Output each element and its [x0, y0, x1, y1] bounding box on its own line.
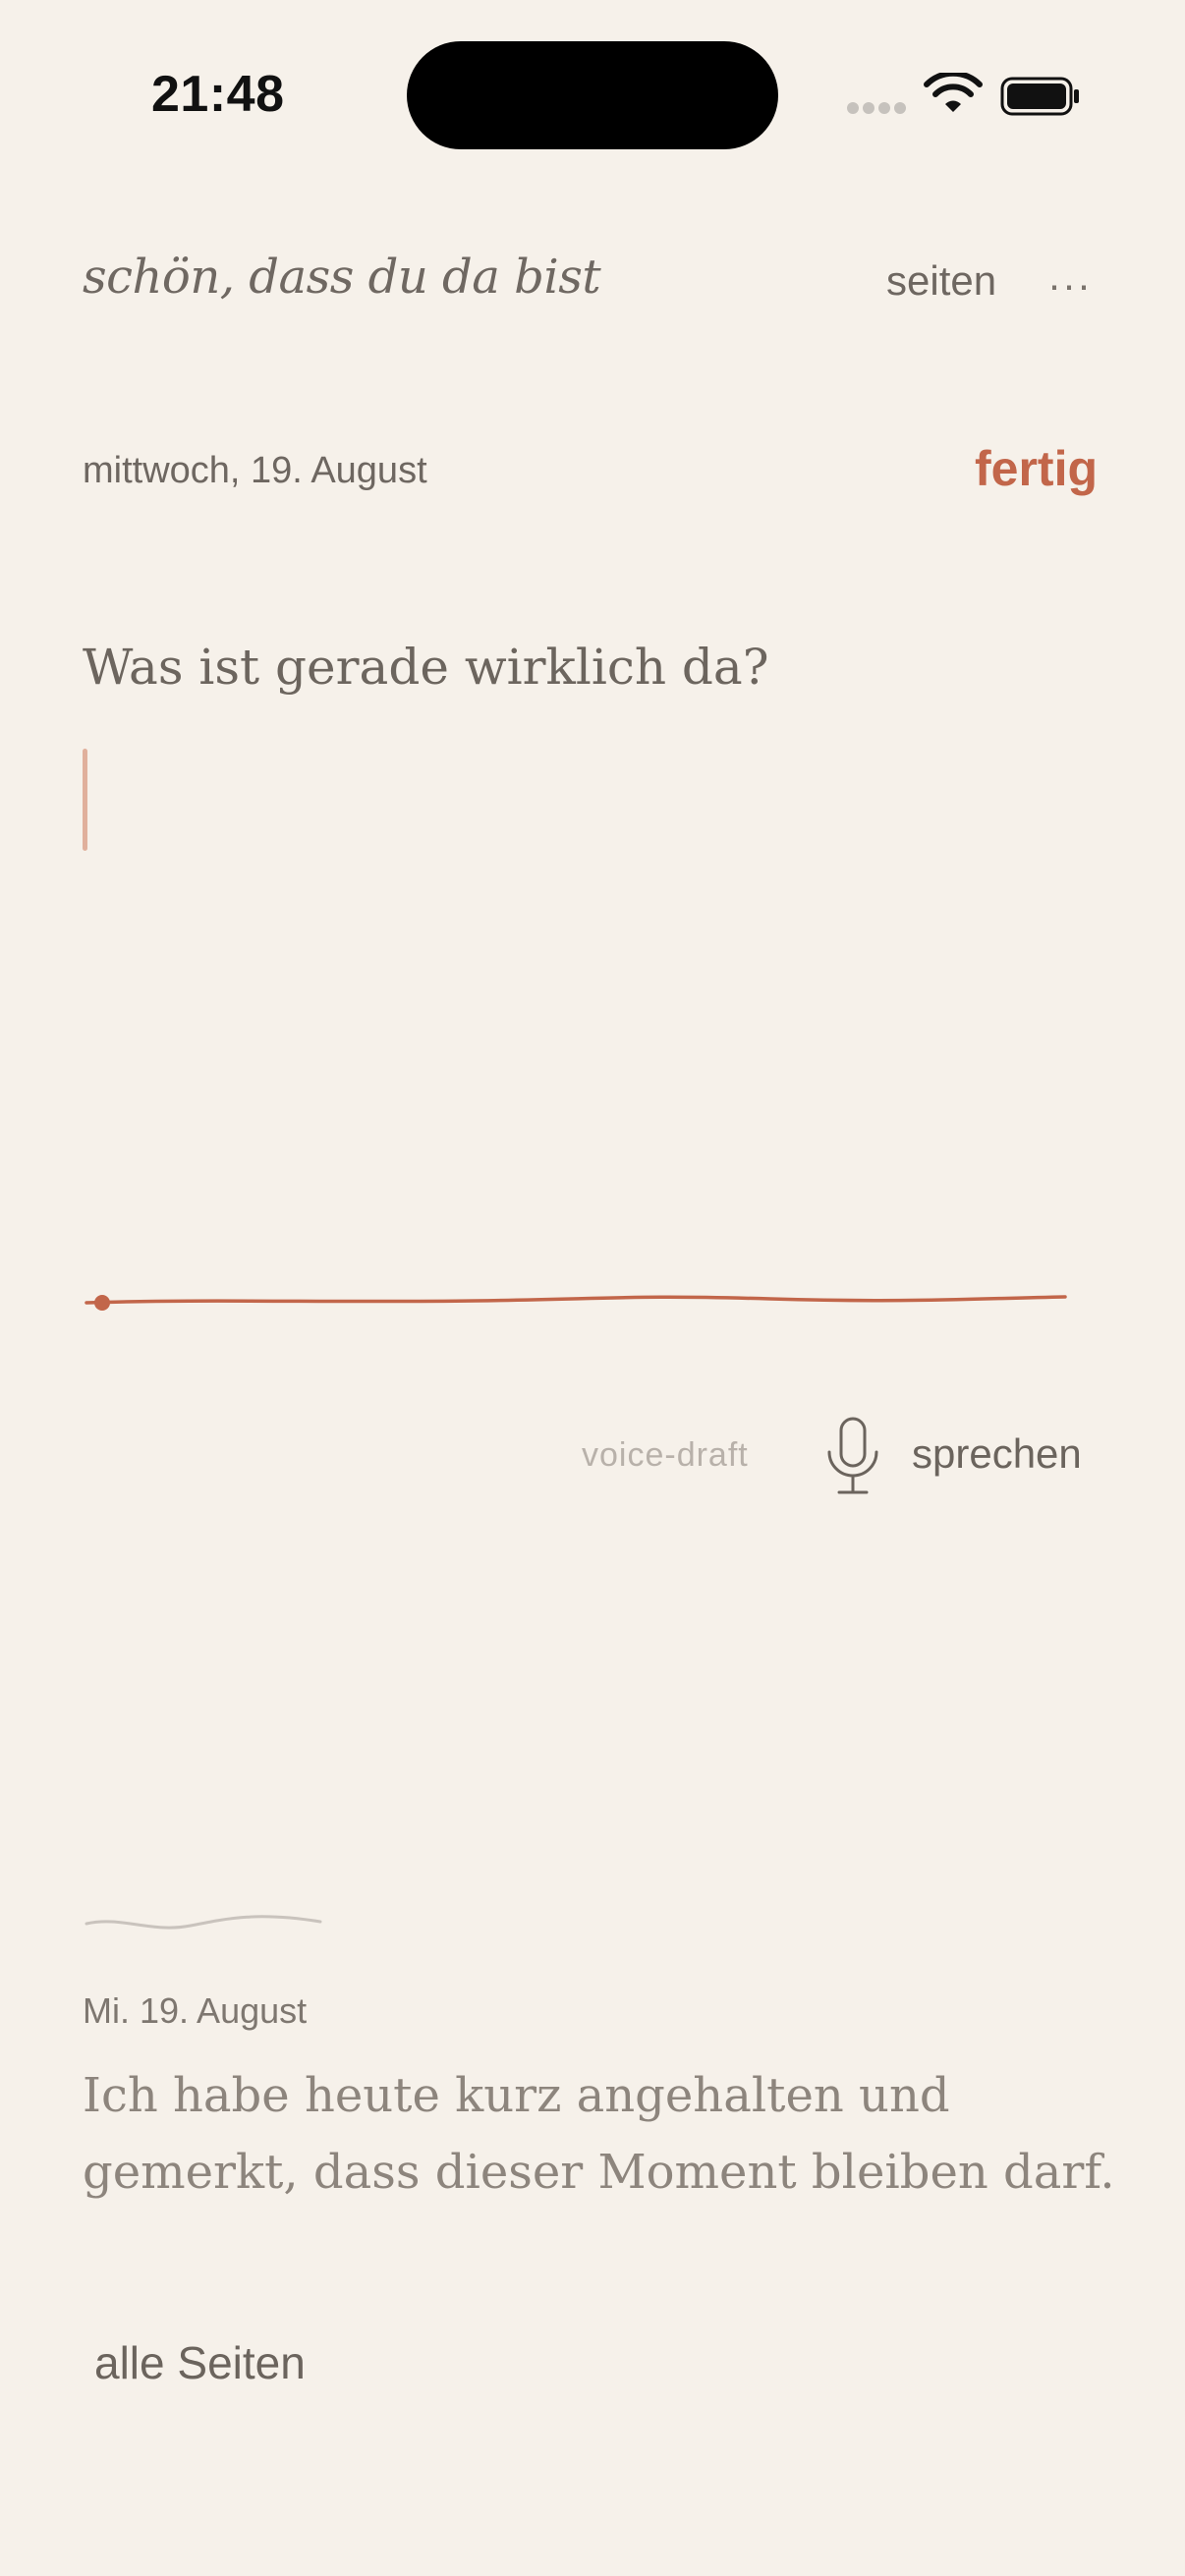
dynamic-island	[407, 41, 778, 149]
done-button[interactable]: fertig	[975, 440, 1098, 497]
cellular-signal-icon	[847, 102, 908, 116]
speak-button[interactable]: sprechen	[912, 1430, 1082, 1478]
more-options-icon[interactable]: ···	[1047, 261, 1092, 308]
entry-text-area[interactable]	[83, 727, 1104, 1258]
squiggle-divider	[85, 1915, 322, 1930]
pages-link[interactable]: seiten	[886, 257, 996, 305]
previous-entry-text[interactable]: Ich habe heute kurz angehalten und gemer…	[83, 2057, 1124, 2211]
entry-date: mittwoch, 19. August	[83, 450, 427, 491]
text-cursor	[83, 749, 87, 851]
battery-icon	[1000, 77, 1079, 116]
microphone-icon[interactable]	[823, 1415, 882, 1497]
status-time: 21:48	[151, 66, 285, 123]
voice-draft-label: voice-draft	[582, 1436, 749, 1474]
journal-prompt: Was ist gerade wirklich da?	[83, 639, 769, 696]
entry-underline	[85, 1295, 1067, 1311]
greeting-title: schön, dass du da bist	[83, 250, 601, 305]
wifi-icon	[924, 73, 983, 112]
all-pages-link[interactable]: alle Seiten	[94, 2336, 306, 2389]
previous-entry-date: Mi. 19. August	[83, 1990, 308, 2031]
